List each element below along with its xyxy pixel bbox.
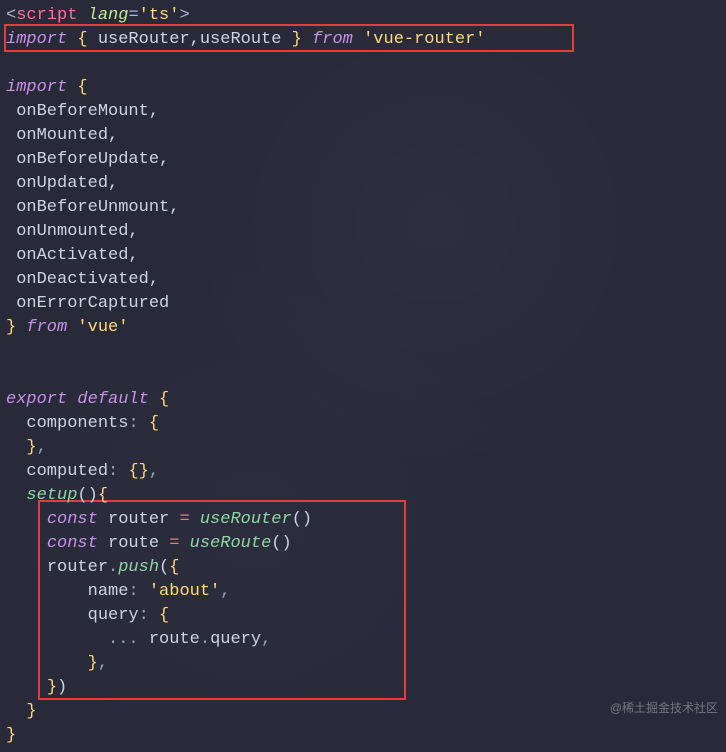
hook: onErrorCaptured (16, 294, 169, 313)
fn-useRoute: useRoute (190, 534, 272, 553)
key-name: name (88, 582, 129, 601)
hook: onBeforeMount, (16, 102, 159, 121)
key-components: components (26, 414, 128, 433)
hook: onDeactivated, (16, 270, 159, 289)
code-block: <script lang='ts'> import { useRouter,us… (0, 0, 726, 752)
var-router: router (108, 510, 169, 529)
kw-export: export (6, 390, 77, 409)
setup-body-close: } (26, 702, 36, 721)
hook: onUpdated, (16, 174, 118, 193)
fn-setup: setup (26, 486, 77, 505)
module-vue-router: 'vue-router' (363, 30, 485, 49)
kw-from: from (302, 30, 363, 49)
fn-useRouter: useRouter (200, 510, 292, 529)
val-about: 'about' (149, 582, 220, 601)
attr-lang: lang (88, 6, 129, 25)
module-vue: 'vue' (77, 318, 128, 337)
kw-const: const (47, 510, 108, 529)
kw-import: import (6, 30, 77, 49)
angle-open: < (6, 6, 16, 25)
key-query: query (88, 606, 139, 625)
kw-default: default (77, 390, 159, 409)
hook: onMounted, (16, 126, 118, 145)
watermark: @稀土掘金技术社区 (610, 702, 718, 714)
var-route: route (108, 534, 159, 553)
hook: onBeforeUpdate, (16, 150, 169, 169)
kw-const: const (47, 534, 108, 553)
obj-router: router (47, 558, 108, 577)
spread: ... (108, 630, 149, 649)
key-computed: computed (26, 462, 108, 481)
attr-value: 'ts' (139, 6, 180, 25)
named-imports: useRouter,useRoute (98, 30, 282, 49)
export-close: } (6, 726, 16, 745)
hook: onUnmounted, (16, 222, 138, 241)
fn-push: push (118, 558, 159, 577)
tag-script: script (16, 6, 77, 25)
hook: onBeforeUnmount, (16, 198, 179, 217)
kw-import: import (6, 78, 77, 97)
hook: onActivated, (16, 246, 138, 265)
kw-from: from (16, 318, 77, 337)
angle-close: > (179, 6, 189, 25)
